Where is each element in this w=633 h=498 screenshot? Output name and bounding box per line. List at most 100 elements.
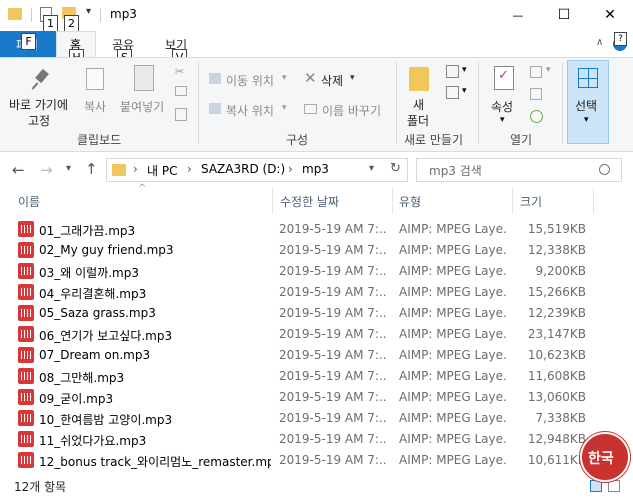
new-item-dropdown-icon: ▾ <box>462 65 467 75</box>
file-name: 05_Saza grass.mp3 <box>39 306 156 320</box>
column-divider[interactable] <box>272 188 273 214</box>
file-type: AIMP: MPEG Laye... <box>399 369 507 383</box>
copy-to-button[interactable]: 복사 위치 <box>226 102 274 119</box>
copy-button[interactable]: 복사 <box>84 98 106 115</box>
column-header-size[interactable]: 크기 <box>520 193 542 210</box>
file-type: AIMP: MPEG Laye... <box>399 390 507 404</box>
file-type: AIMP: MPEG Laye... <box>399 306 507 320</box>
item-count: 12개 항목 <box>14 480 67 494</box>
properties-icon: ✓ <box>494 66 514 90</box>
list-item[interactable]: 03_왜 이럴까.mp3 2019-5-19 AM 7:... AIMP: MP… <box>0 261 633 282</box>
file-name: 09_굳이.mp3 <box>39 392 114 406</box>
edit-icon[interactable] <box>530 88 542 100</box>
list-item[interactable]: 12_bonus track_와이리멈노_remaster.mp3 2019-5… <box>0 450 633 471</box>
seal-watermark: 한국 <box>580 432 630 482</box>
breadcrumb-chevron-icon[interactable]: › <box>288 162 293 176</box>
breadcrumb-chevron-icon[interactable]: › <box>187 162 192 176</box>
breadcrumb-this-pc[interactable]: 내 PC <box>147 162 177 179</box>
column-headers: ^ 이름 수정한 날짜 유형 크기 <box>0 183 633 214</box>
history-icon[interactable] <box>530 110 543 123</box>
cut-icon[interactable]: ✂ <box>175 66 187 78</box>
breadcrumb-chevron-icon[interactable]: › <box>133 162 138 176</box>
list-item[interactable]: 05_Saza grass.mp3 2019-5-19 AM 7:... AIM… <box>0 303 633 324</box>
move-to-button[interactable]: 이동 위치 <box>226 72 274 89</box>
quick-access-separator <box>31 8 32 22</box>
select-button[interactable]: 선택 ▾ <box>567 60 609 144</box>
delete-button[interactable]: 삭제 <box>321 72 343 89</box>
properties-button[interactable]: 속성 <box>491 98 513 115</box>
breadcrumb-mp3[interactable]: mp3 <box>302 162 329 176</box>
list-item[interactable]: 07_Dream on.mp3 2019-5-19 AM 7:... AIMP:… <box>0 345 633 366</box>
details-view-icon[interactable] <box>590 480 602 492</box>
new-folder-button[interactable]: 새 폴더 <box>404 96 434 130</box>
list-item[interactable]: 01_그래가끔.mp3 2019-5-19 AM 7:... AIMP: MPE… <box>0 219 633 240</box>
file-type: AIMP: MPEG Laye... <box>399 243 507 257</box>
file-name: 02_My guy friend.mp3 <box>39 243 174 257</box>
collapse-ribbon-icon[interactable]: ∧ <box>596 37 603 48</box>
list-item[interactable]: 06_연기가 보고싶다.mp3 2019-5-19 AM 7:... AIMP:… <box>0 324 633 345</box>
close-button[interactable]: ✕ <box>587 0 633 31</box>
copy-path-icon[interactable] <box>175 86 187 96</box>
list-item[interactable]: 10_한여름밤 고양이.mp3 2019-5-19 AM 7:... AIMP:… <box>0 408 633 429</box>
address-history-dropdown-icon[interactable]: ▾ <box>369 163 374 174</box>
new-folder-icon <box>409 67 429 91</box>
column-header-type[interactable]: 유형 <box>399 193 421 210</box>
file-name: 03_왜 이럴까.mp3 <box>39 266 140 280</box>
search-box[interactable]: mp3 검색 <box>416 158 622 182</box>
address-bar[interactable]: › 내 PC › SAZA3RD (D:) › mp3 ▾ ↻ <box>106 158 408 182</box>
breadcrumb-drive[interactable]: SAZA3RD (D:) <box>201 162 285 176</box>
file-size: 15,266KB <box>527 285 586 299</box>
up-button[interactable]: ↑ <box>85 160 98 178</box>
column-divider[interactable] <box>392 188 393 214</box>
pin-to-quick-access-button[interactable]: 바로 가기에 고정 <box>4 96 76 130</box>
audio-file-icon <box>18 452 34 468</box>
audio-file-icon <box>18 284 34 300</box>
qat-dropdown-icon[interactable]: ▾ <box>86 6 91 17</box>
select-icon <box>578 68 598 88</box>
recent-locations-dropdown-icon[interactable]: ▾ <box>66 163 71 174</box>
file-name: 10_한여름밤 고양이.mp3 <box>39 413 173 427</box>
refresh-icon[interactable]: ↻ <box>390 161 401 176</box>
file-date: 2019-5-19 AM 7:... <box>279 222 386 236</box>
column-header-name[interactable]: 이름 <box>18 193 40 210</box>
paste-button[interactable]: 붙여넣기 <box>120 98 164 115</box>
paste-icon <box>134 65 154 91</box>
column-divider[interactable] <box>593 188 594 214</box>
new-item-icon[interactable] <box>446 65 459 78</box>
list-item[interactable]: 11_쉬었다가요.mp3 2019-5-19 AM 7:... AIMP: MP… <box>0 429 633 450</box>
search-input[interactable]: mp3 검색 <box>429 162 482 179</box>
keytip-help: ? <box>614 32 627 46</box>
copy-to-dropdown-icon: ▾ <box>282 103 287 113</box>
new-group-label: 새로 만들기 <box>404 133 464 147</box>
file-size: 9,200KB <box>535 264 586 278</box>
status-bar: 12개 항목 <box>0 474 633 498</box>
column-header-date[interactable]: 수정한 날짜 <box>280 193 339 210</box>
file-name: 12_bonus track_와이리멈노_remaster.mp3 <box>39 455 271 469</box>
list-item[interactable]: 08_그만해.mp3 2019-5-19 AM 7:... AIMP: MPEG… <box>0 366 633 387</box>
list-item[interactable]: 09_굳이.mp3 2019-5-19 AM 7:... AIMP: MPEG … <box>0 387 633 408</box>
minimize-button[interactable]: — <box>495 0 541 31</box>
file-type: AIMP: MPEG Laye... <box>399 432 507 446</box>
delete-icon: ✕ <box>304 69 317 87</box>
list-item[interactable]: 02_My guy friend.mp3 2019-5-19 AM 7:... … <box>0 240 633 261</box>
file-type: AIMP: MPEG Laye... <box>399 411 507 425</box>
large-icons-view-icon[interactable] <box>608 480 620 492</box>
rename-button[interactable]: 이름 바꾸기 <box>322 102 381 119</box>
audio-file-icon <box>18 368 34 384</box>
navigation-bar: ← → ▾ ↑ › 내 PC › SAZA3RD (D:) › mp3 ▾ ↻ … <box>0 152 633 188</box>
easy-access-icon[interactable] <box>446 86 459 99</box>
file-size: 11,608KB <box>527 369 586 383</box>
column-divider[interactable] <box>512 188 513 214</box>
forward-button[interactable]: → <box>40 161 53 179</box>
open-dropdown-icon: ▾ <box>546 65 551 75</box>
back-button[interactable]: ← <box>12 161 25 179</box>
open-icon[interactable] <box>530 66 542 78</box>
keytip-2: 2 <box>64 15 79 32</box>
move-to-dropdown-icon: ▾ <box>282 73 287 83</box>
paste-shortcut-icon[interactable] <box>175 108 187 121</box>
maximize-button[interactable]: ☐ <box>541 0 587 31</box>
list-item[interactable]: 04_우리결혼해.mp3 2019-5-19 AM 7:... AIMP: MP… <box>0 282 633 303</box>
keytip-1: 1 <box>43 15 58 32</box>
file-size: 12,239KB <box>527 306 586 320</box>
file-date: 2019-5-19 AM 7:... <box>279 306 386 320</box>
